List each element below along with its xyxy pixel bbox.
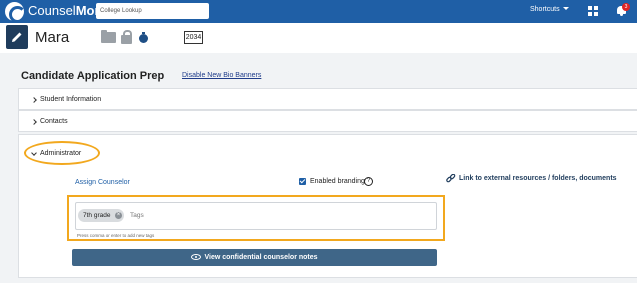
edit-button[interactable] bbox=[6, 25, 28, 49]
branding-checkbox[interactable] bbox=[299, 178, 306, 185]
notification-badge: 3 bbox=[622, 3, 630, 11]
student-info-section[interactable]: Student Information bbox=[18, 88, 637, 110]
page-title: Candidate Application Prep bbox=[21, 70, 165, 82]
contacts-section[interactable]: Contacts bbox=[18, 110, 637, 132]
top-nav: CounselMore College Lookup Shortcuts 3 bbox=[0, 0, 637, 23]
folder-icon[interactable] bbox=[101, 30, 116, 43]
lock-icon[interactable] bbox=[121, 30, 132, 44]
help-icon[interactable]: ? bbox=[364, 177, 373, 186]
branding-label: Enabled branding bbox=[310, 178, 365, 185]
brand-name[interactable]: CounselMore bbox=[28, 3, 107, 18]
view-confidential-notes-button[interactable]: View confidential counselor notes bbox=[72, 249, 437, 266]
brand-light-text: Counsel bbox=[28, 3, 76, 18]
link-icon bbox=[446, 174, 456, 183]
chevron-right-icon bbox=[31, 97, 37, 103]
disable-banners-link[interactable]: Disable New Bio Banners bbox=[182, 72, 261, 79]
timer-icon[interactable] bbox=[139, 32, 148, 43]
close-icon[interactable]: × bbox=[115, 212, 122, 219]
pencil-icon bbox=[12, 32, 22, 42]
eye-icon bbox=[191, 254, 202, 260]
shortcuts-menu[interactable]: Shortcuts bbox=[530, 6, 569, 13]
shortcuts-label: Shortcuts bbox=[530, 6, 560, 13]
tags-placeholder[interactable]: Tags bbox=[130, 212, 144, 219]
student-header bbox=[0, 23, 637, 53]
external-resources-link[interactable]: Link to external resources / folders, do… bbox=[459, 175, 617, 182]
highlight-ellipse bbox=[24, 141, 100, 165]
button-label: View confidential counselor notes bbox=[204, 254, 318, 261]
tags-hint: Press comma or enter to add new tags bbox=[77, 233, 155, 238]
caret-down-icon bbox=[562, 7, 569, 10]
apps-grid-icon[interactable] bbox=[588, 6, 598, 16]
assign-counselor-link[interactable]: Assign Counselor bbox=[75, 179, 130, 186]
section-label: Student Information bbox=[40, 96, 102, 103]
section-label: Contacts bbox=[40, 118, 68, 125]
college-lookup-input[interactable]: College Lookup bbox=[96, 3, 209, 19]
counselmore-logo-icon[interactable] bbox=[5, 2, 26, 23]
chevron-right-icon bbox=[31, 119, 37, 125]
student-name: Mara bbox=[35, 29, 70, 46]
grad-year-badge: 2034 bbox=[184, 31, 203, 44]
